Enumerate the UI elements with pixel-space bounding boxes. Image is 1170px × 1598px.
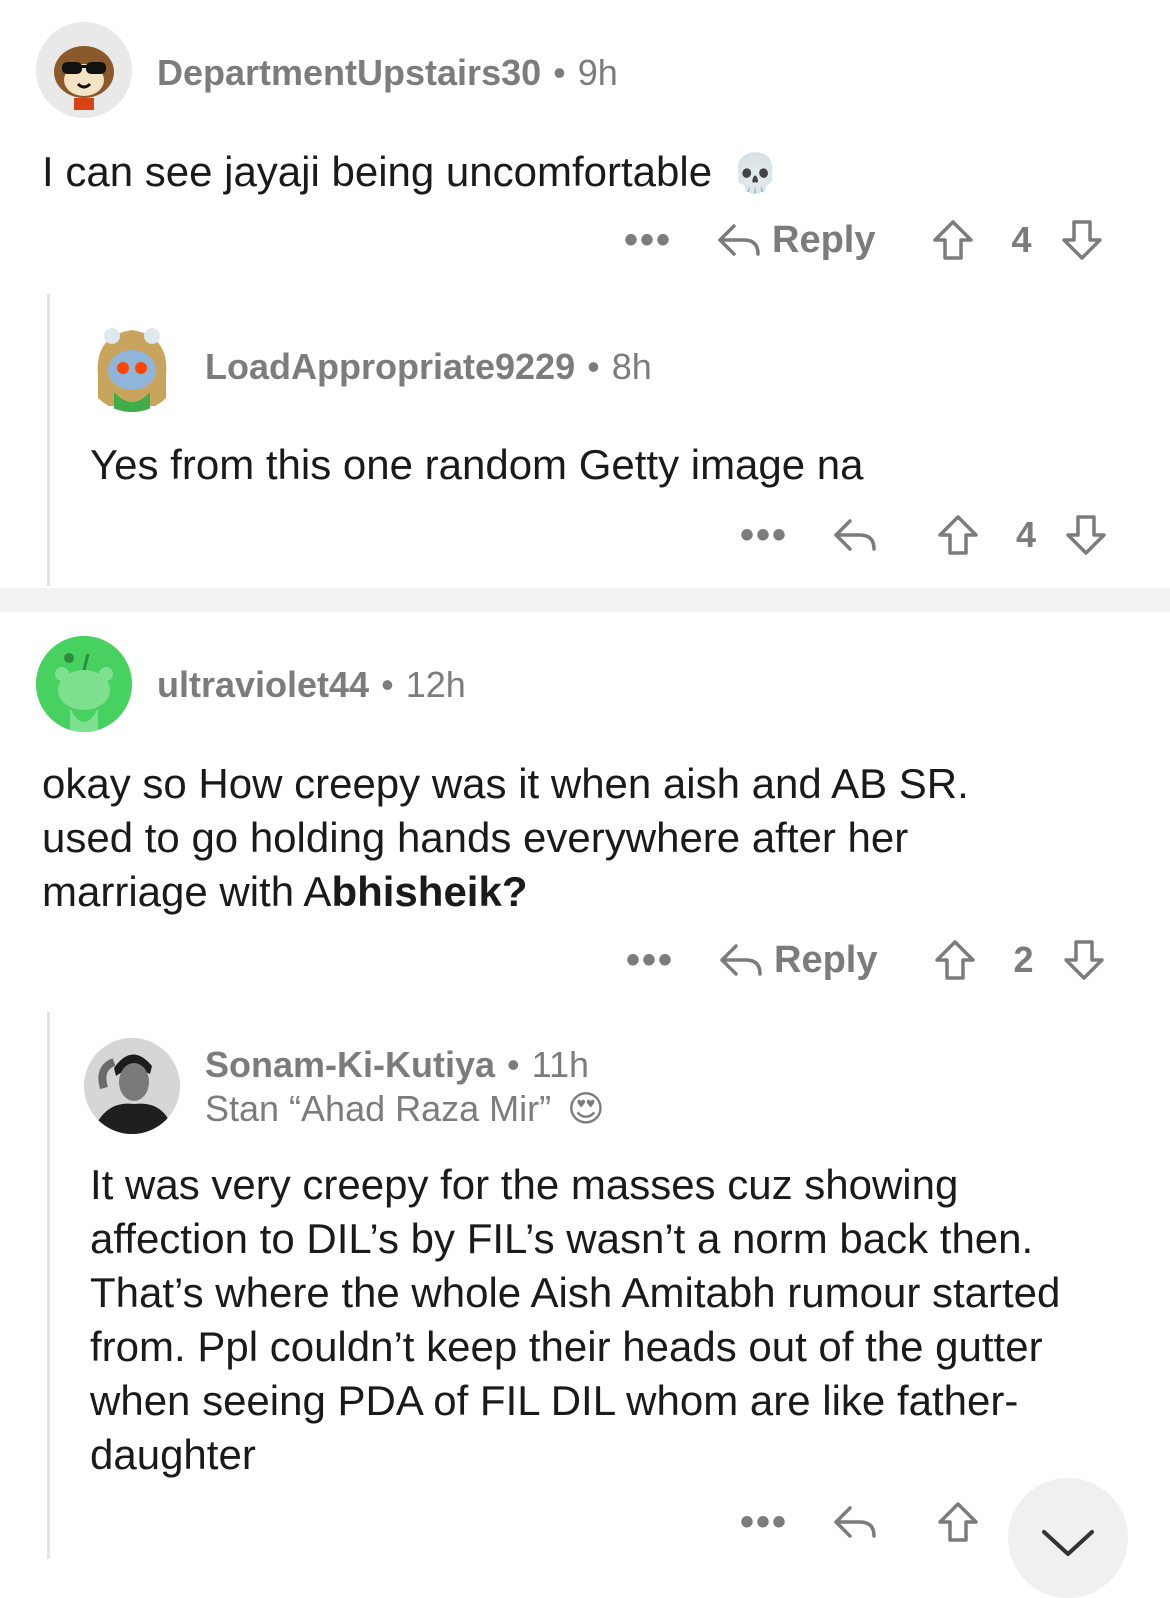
upvote-button[interactable]	[936, 513, 980, 557]
snoo-avatar-icon	[84, 316, 180, 412]
separator-dot: •	[587, 346, 600, 387]
comment-actions: •••	[740, 1492, 980, 1552]
avatar-sonam-ki-kutiya[interactable]	[84, 1038, 180, 1134]
more-options-button[interactable]: •••	[626, 940, 676, 980]
owl-avatar-icon	[36, 22, 132, 118]
downvote-arrow-icon	[1066, 515, 1106, 555]
comment-meta: Sonam-Ki-Kutiya • 11h	[205, 1044, 589, 1086]
reply-arrow-icon	[834, 1506, 876, 1538]
comment-body: Yes from this one random Getty image na	[90, 438, 1130, 492]
profile-photo-icon	[84, 1038, 180, 1134]
avatar-departmentupstairs30[interactable]	[36, 22, 132, 118]
comment-actions: ••• Reply 2	[626, 930, 1106, 990]
vote-score: 4	[1016, 514, 1037, 555]
comment-body: okay so How creepy was it when aish and …	[42, 757, 1042, 919]
upvote-button[interactable]	[933, 938, 977, 982]
snoo-avatar-icon	[36, 636, 132, 732]
reply-label: Reply	[774, 938, 878, 981]
more-options-button[interactable]: •••	[740, 1502, 790, 1542]
user-flair: Stan “Ahad Raza Mir” 😍	[205, 1088, 605, 1130]
vote-score: 2	[1013, 939, 1034, 980]
upvote-arrow-icon	[938, 1502, 978, 1542]
downvote-arrow-icon	[1063, 940, 1104, 980]
chevron-down-icon	[1042, 1530, 1094, 1556]
downvote-button[interactable]	[1064, 513, 1108, 557]
thread-separator	[0, 588, 1170, 612]
comment-body: I can see jayaji being uncomfortable 💀	[42, 145, 1122, 201]
separator-dot: •	[507, 1044, 520, 1085]
separator-dot: •	[381, 664, 394, 705]
separator-dot: •	[553, 52, 566, 93]
skull-emoji: 💀	[731, 153, 780, 195]
more-options-button[interactable]: •••	[740, 515, 790, 555]
vote-score: 4	[1011, 219, 1032, 260]
username[interactable]: ultraviolet44	[157, 664, 369, 705]
comment-text: I can see jayaji being uncomfortable	[42, 148, 713, 195]
comment-text: Yes from this one random Getty image na	[90, 441, 864, 488]
comment-text-bold: bhisheik?	[331, 868, 528, 915]
comment-actions: ••• Reply 4	[624, 210, 1104, 270]
upvote-button[interactable]	[936, 1500, 980, 1544]
downvote-arrow-icon	[1061, 220, 1102, 260]
username[interactable]: LoadAppropriate9229	[205, 346, 575, 387]
more-options-button[interactable]: •••	[624, 220, 674, 260]
comment-age: 12h	[405, 664, 466, 705]
comment-age: 9h	[577, 52, 618, 93]
reply-label: Reply	[772, 218, 876, 261]
upvote-arrow-icon	[938, 515, 978, 555]
comment-age: 11h	[531, 1044, 590, 1085]
reply-button[interactable]	[832, 515, 878, 555]
reply-arrow-icon	[834, 519, 876, 551]
comment-meta: DepartmentUpstairs30 • 9h	[157, 52, 618, 94]
comment-body: It was very creepy for the masses cuz sh…	[90, 1158, 1080, 1482]
comment-text: It was very creepy for the masses cuz sh…	[90, 1161, 1061, 1478]
upvote-arrow-icon	[935, 940, 976, 980]
downvote-button[interactable]	[1062, 938, 1106, 982]
username[interactable]: DepartmentUpstairs30	[157, 52, 541, 93]
upvote-button[interactable]	[931, 218, 975, 262]
downvote-button[interactable]	[1060, 218, 1104, 262]
reply-button[interactable]: Reply	[716, 219, 875, 262]
thread-line[interactable]	[47, 1012, 50, 1559]
username[interactable]: Sonam-Ki-Kutiya	[205, 1044, 495, 1085]
reply-arrow-icon	[720, 944, 762, 976]
scroll-down-button[interactable]	[1008, 1478, 1128, 1598]
thread-line[interactable]	[47, 294, 50, 586]
comment-meta: LoadAppropriate9229 • 8h	[205, 346, 652, 388]
heart-eyes-emoji: 😍	[567, 1088, 605, 1129]
reply-button[interactable]: Reply	[718, 939, 877, 982]
avatar-loadappropriate9229[interactable]	[84, 316, 180, 412]
comment-age: 8h	[611, 346, 652, 387]
comment-meta: ultraviolet44 • 12h	[157, 664, 466, 706]
comment-actions: ••• 4	[740, 505, 1108, 565]
flair-text: Stan “Ahad Raza Mir”	[205, 1088, 552, 1129]
upvote-arrow-icon	[933, 220, 974, 260]
avatar-ultraviolet44[interactable]	[36, 636, 132, 732]
reply-arrow-icon	[718, 224, 760, 256]
reply-button[interactable]	[832, 1502, 878, 1542]
